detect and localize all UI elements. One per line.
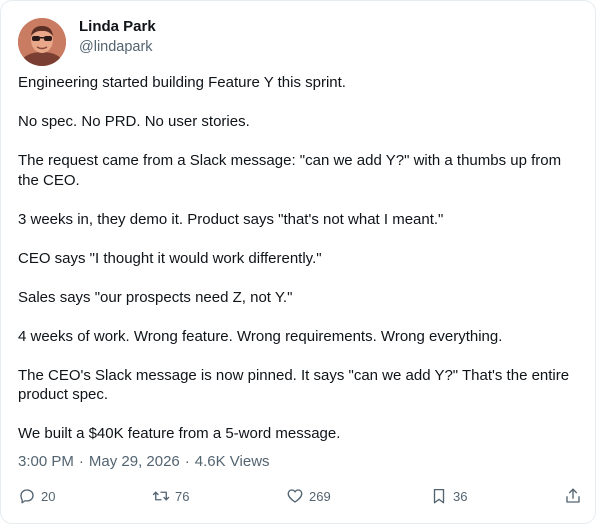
bookmark-icon <box>433 488 445 504</box>
bookmark-button[interactable]: 36 <box>430 486 467 506</box>
tweet-time[interactable]: 3:00 PM <box>18 453 74 470</box>
tweet-paragraph: CEO says "I thought it would work differ… <box>18 249 322 267</box>
tweet-card: Linda Park @lindapark Engineering starte… <box>0 0 596 524</box>
retweet-icon <box>152 491 170 501</box>
tweet-paragraph: 3 weeks in, they demo it. Product says "… <box>18 210 444 228</box>
action-bar: 20 76 269 36 <box>18 486 584 506</box>
share-button[interactable] <box>564 486 582 506</box>
reply-count: 20 <box>41 488 56 504</box>
retweet-button[interactable]: 76 <box>152 486 189 506</box>
author-name[interactable]: Linda Park <box>79 18 156 36</box>
tweet-paragraph: Sales says "our prospects need Z, not Y.… <box>18 288 293 306</box>
avatar[interactable] <box>18 18 66 66</box>
tweet-paragraph: The request came from a Slack message: "… <box>18 152 562 189</box>
heart-icon <box>287 489 303 503</box>
profile-photo-icon <box>18 18 66 66</box>
tweet-paragraph: 4 weeks of work. Wrong feature. Wrong re… <box>18 327 503 345</box>
reply-icon <box>20 489 34 504</box>
bookmark-count: 36 <box>453 488 468 504</box>
author-handle[interactable]: @lindapark <box>79 38 153 56</box>
separator-dot: · <box>78 453 84 470</box>
tweet-text: Engineering started building Feature Y t… <box>18 73 584 444</box>
like-count: 269 <box>309 488 331 504</box>
tweet-date[interactable]: May 29, 2026 <box>89 453 180 470</box>
share-icon <box>566 488 580 503</box>
tweet-views[interactable]: 4.6K Views <box>195 453 270 470</box>
tweet-paragraph: We built a $40K feature from a 5-word me… <box>18 425 341 442</box>
like-button[interactable]: 269 <box>286 486 331 506</box>
retweet-count: 76 <box>175 488 190 504</box>
separator-dot: · <box>184 453 190 470</box>
tweet-paragraph: The CEO's Slack message is now pinned. I… <box>18 366 570 404</box>
tweet-paragraph: Engineering started building Feature Y t… <box>18 74 346 91</box>
tweet-meta: 3:00 PM · May 29, 2026 · 4.6K Views <box>18 453 270 471</box>
reply-button[interactable]: 20 <box>18 486 55 506</box>
tweet-paragraph: No spec. No PRD. No user stories. <box>18 113 250 130</box>
